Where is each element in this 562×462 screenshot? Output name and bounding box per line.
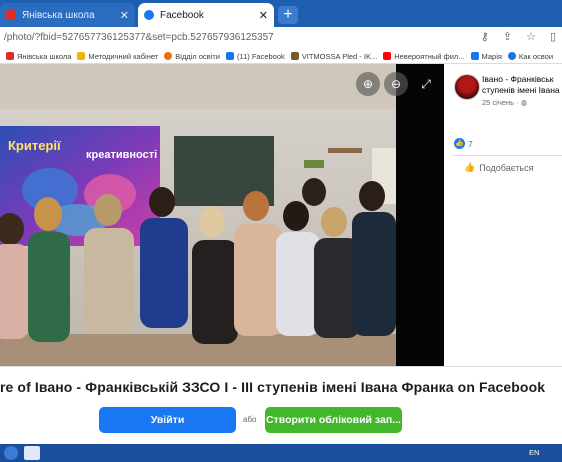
photo-viewer: Критерії креативності ⊕ ⊖ ⤢ <box>0 64 444 366</box>
bookmark-item[interactable]: Как освои <box>507 52 553 61</box>
bookmark-favicon-icon <box>225 52 234 60</box>
star-icon[interactable]: ☆ <box>526 30 536 43</box>
tab-title: Facebook <box>160 9 204 21</box>
banner-heading: re of Івано - Франківській ЗЗСО І - ІІІ … <box>0 379 546 395</box>
like-button[interactable]: 👍 Подобається <box>464 162 533 173</box>
login-banner: re of Івано - Франківській ЗЗСО І - ІІІ … <box>0 366 562 445</box>
post-date: 25 січень · ◍ <box>482 98 528 107</box>
url-text[interactable]: /photo/?fbid=527657736125377&set=pcb.527… <box>4 32 274 43</box>
bookmark-item[interactable]: Методичний кабінет <box>77 52 158 61</box>
group-photo: Критерії креативності <box>0 64 396 366</box>
close-icon[interactable]: ✕ <box>120 9 129 22</box>
tab-facebook[interactable]: Facebook ✕ <box>138 3 274 27</box>
board-title-text: Критерії <box>8 138 61 153</box>
sidepanel-icon[interactable]: ▯ <box>550 30 556 43</box>
bookmark-favicon-icon <box>290 52 299 60</box>
new-tab-button[interactable]: + <box>278 6 298 24</box>
tab-title: Янівська школа <box>22 9 95 21</box>
bookmark-item[interactable]: Невероятный фил... <box>383 52 465 61</box>
close-icon[interactable]: ✕ <box>259 9 268 22</box>
login-button[interactable]: Увійти <box>99 407 236 433</box>
zoom-in-icon[interactable]: ⊕ <box>356 72 380 96</box>
post-info-panel: Івано - Франківськ ступенів імені Івана … <box>444 64 562 366</box>
page-name[interactable]: Івано - Франківськ ступенів імені Івана <box>482 74 562 96</box>
key-icon[interactable]: ⚷ <box>481 30 489 43</box>
thumbs-up-icon: 👍 <box>464 162 476 172</box>
start-button-icon[interactable] <box>4 446 18 460</box>
or-label: або <box>243 415 257 424</box>
create-account-button[interactable]: Створити обліковий зап... <box>265 407 402 433</box>
taskbar-app-icon[interactable] <box>24 446 40 460</box>
board-subtitle-text: креативності <box>86 149 157 161</box>
bookmark-item[interactable]: VITMOSSA Pled - IK... <box>290 52 377 61</box>
bookmark-favicon-icon <box>77 52 86 60</box>
group-photo-illustration: Критерії креативності <box>0 64 396 366</box>
divider <box>452 155 562 156</box>
facebook-favicon-icon <box>144 10 154 20</box>
reaction-count[interactable]: 👍 7 <box>454 138 473 149</box>
address-bar[interactable]: /photo/?fbid=527657736125377&set=pcb.527… <box>0 27 562 49</box>
bookmark-item[interactable]: Марія <box>470 52 502 61</box>
os-taskbar: EN <box>0 444 562 462</box>
address-bar-actions: ⚷ ⇪ ☆ ▯ <box>481 30 556 43</box>
tab-yanivska[interactable]: Янівська школа ✕ <box>0 3 135 27</box>
zoom-out-icon[interactable]: ⊖ <box>384 72 408 96</box>
bookmark-item[interactable]: Янівська школа <box>6 52 71 61</box>
bookmark-favicon-icon <box>6 52 14 60</box>
browser-tab-strip: Янівська школа ✕ Facebook ✕ + <box>0 0 562 27</box>
bookmark-favicon-icon <box>383 52 392 60</box>
language-indicator[interactable]: EN <box>529 448 539 457</box>
bookmark-item[interactable]: Відділ освіти <box>164 52 220 61</box>
bookmark-item[interactable]: (11) Facebook <box>225 52 285 61</box>
bookmark-favicon-icon <box>164 52 173 60</box>
expand-icon[interactable]: ⤢ <box>414 72 438 96</box>
school-favicon-icon <box>6 10 16 20</box>
photo-letterbox <box>396 64 444 366</box>
globe-icon: ◍ <box>520 98 528 107</box>
like-reaction-icon: 👍 <box>454 138 465 149</box>
bookmark-favicon-icon <box>507 52 516 60</box>
bookmark-favicon-icon <box>470 52 479 60</box>
avatar[interactable] <box>454 74 480 100</box>
share-icon[interactable]: ⇪ <box>503 30 512 43</box>
bookmarks-bar: Янівська школа Методичний кабінет Відділ… <box>0 49 562 64</box>
